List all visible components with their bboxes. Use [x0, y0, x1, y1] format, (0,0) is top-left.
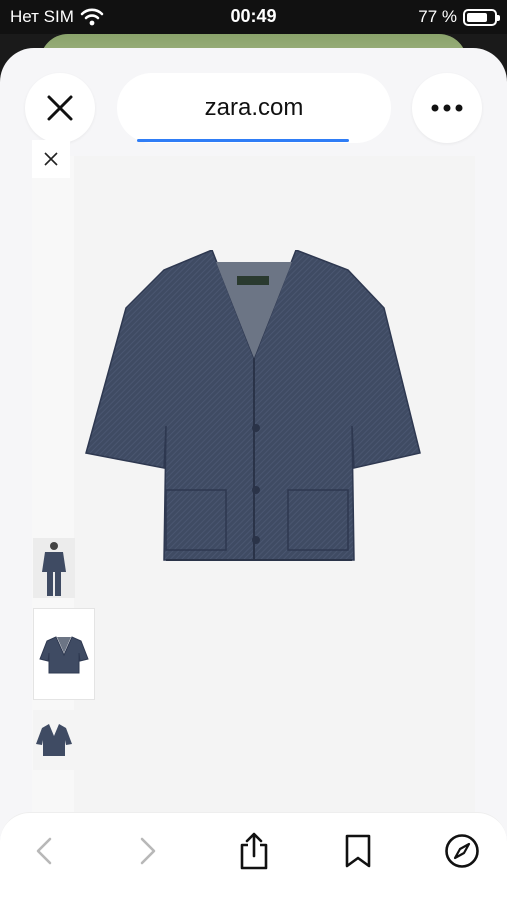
close-icon — [44, 152, 58, 166]
front-thumbnail-image — [39, 636, 89, 674]
flat-thumbnail-image — [36, 724, 72, 756]
thumbnail-flat[interactable] — [33, 710, 75, 770]
gallery-close-button[interactable] — [32, 140, 70, 178]
tabs-compass-button[interactable] — [438, 827, 486, 875]
status-bar: Нет SIM 00:49 77 % — [0, 0, 507, 34]
product-image[interactable] — [84, 250, 424, 570]
more-options-button[interactable] — [412, 73, 482, 143]
back-button[interactable] — [20, 827, 68, 875]
bookmark-icon — [345, 834, 371, 868]
close-icon — [47, 95, 73, 121]
back-icon — [36, 837, 52, 865]
page-load-progress — [137, 139, 349, 142]
thumbnail-front[interactable] — [33, 608, 95, 700]
model-thumbnail-image — [42, 542, 66, 596]
share-icon — [240, 832, 268, 870]
forward-button[interactable] — [124, 827, 172, 875]
more-icon — [431, 104, 463, 112]
browser-header: zara.com — [0, 48, 507, 158]
thumbnail-model[interactable] — [33, 538, 75, 598]
url-text: zara.com — [204, 94, 304, 121]
bookmarks-button[interactable] — [334, 827, 382, 875]
safari-compass-icon — [445, 834, 479, 868]
battery-icon — [463, 8, 500, 26]
address-bar[interactable]: zara.com — [117, 73, 391, 143]
browser-toolbar — [0, 812, 507, 900]
battery-percent: 77 % — [418, 7, 457, 26]
close-tab-button[interactable] — [25, 73, 95, 143]
battery-fill — [467, 12, 488, 22]
forward-icon — [140, 837, 156, 865]
battery-group: 77 % — [418, 7, 500, 27]
share-button[interactable] — [230, 827, 278, 875]
